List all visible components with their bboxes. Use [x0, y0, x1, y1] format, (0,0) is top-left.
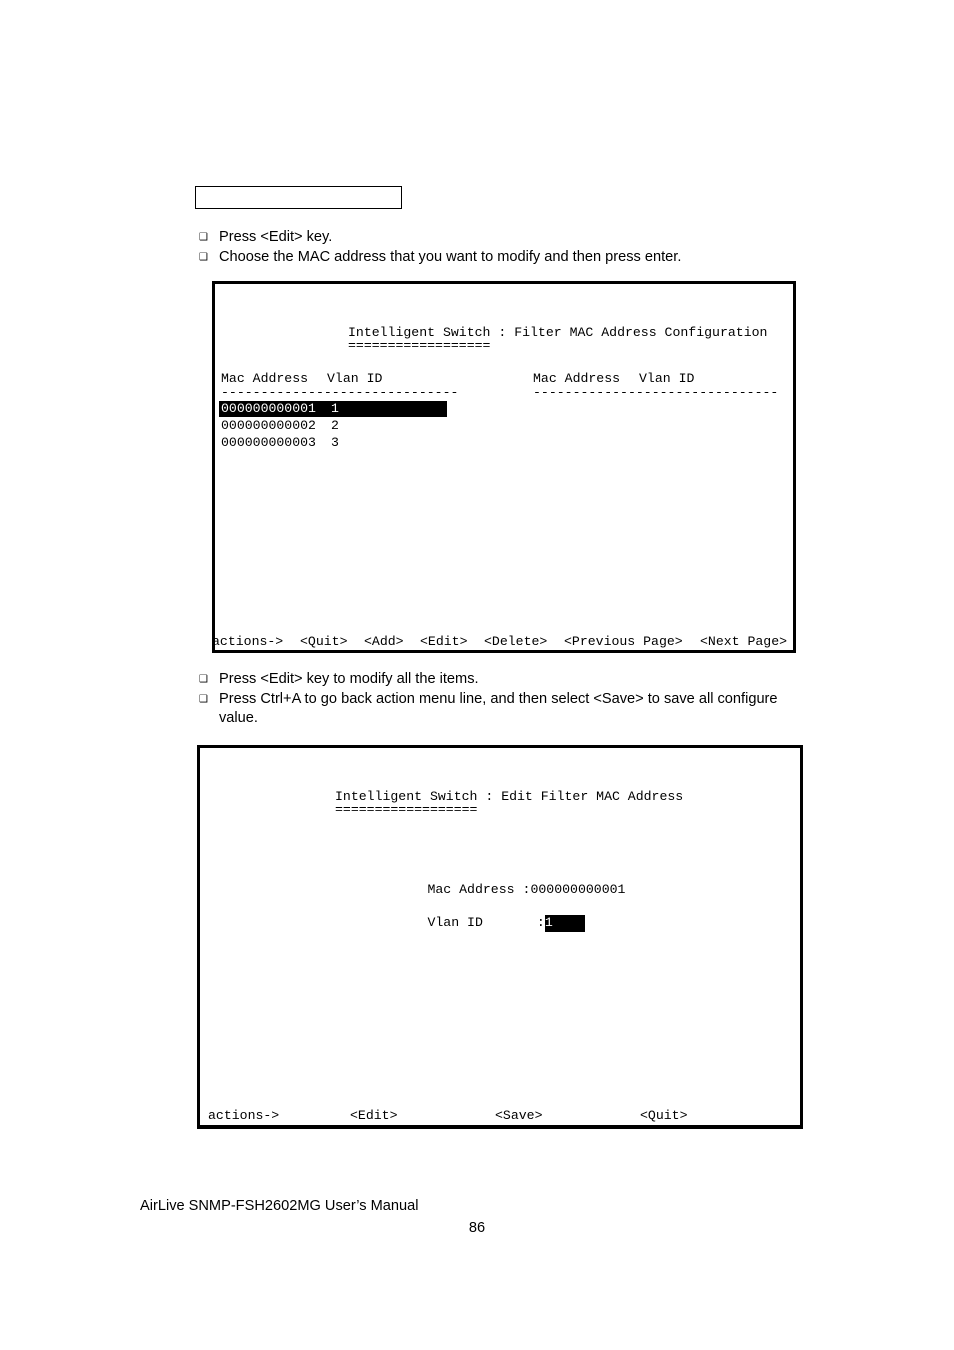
- instruction-list-2: ❑ Press <Edit> key to modify all the ite…: [195, 670, 819, 729]
- action-quit-button[interactable]: <Quit>: [640, 1108, 687, 1124]
- terminal-2-status-message: Can not modify for Read Only item.: [200, 1124, 800, 1126]
- empty-text-box: [195, 186, 402, 209]
- row-mac-address: 000000000002: [221, 417, 316, 433]
- actions-label: actions->: [212, 633, 284, 649]
- list-item: ❑ Press <Edit> key.: [195, 228, 681, 247]
- field-mac-address-label: Mac Address: [427, 882, 515, 898]
- square-bullet-icon: ❑: [199, 252, 208, 263]
- field-vlan-id-label: Vlan ID: [427, 915, 483, 931]
- table-row[interactable]: 000000000003 3: [221, 435, 449, 451]
- field-vlan-id-separator: :: [536, 915, 545, 931]
- row-vlan-id: 1: [331, 400, 339, 416]
- list-item: ❑ Press <Edit> key to modify all the ite…: [195, 670, 819, 689]
- instruction-list-1: ❑ Press <Edit> key. ❑ Choose the MAC add…: [195, 228, 681, 268]
- square-bullet-icon: ❑: [199, 232, 208, 243]
- action-edit-button[interactable]: <Edit>: [350, 1108, 397, 1124]
- action-next-page-button[interactable]: <Next Page>: [700, 634, 787, 650]
- field-mac-address-value: 000000000001: [530, 882, 626, 898]
- list-item: ❑ Press Ctrl+A to go back action menu li…: [195, 690, 819, 728]
- row-vlan-id: 3: [331, 434, 339, 450]
- row-vlan-id: 2: [331, 417, 339, 433]
- table-row[interactable]: 000000000002 2: [221, 418, 449, 434]
- action-delete-button[interactable]: <Delete>: [484, 634, 547, 650]
- action-previous-page-button[interactable]: <Previous Page>: [564, 634, 683, 650]
- instruction-text: Press <Edit> key to modify all the items…: [219, 671, 479, 687]
- field-mac-address-separator: :: [522, 882, 531, 898]
- left-column-divider: ------------------------------: [221, 384, 459, 400]
- terminal-filter-mac-address-configuration[interactable]: Intelligent Switch : Filter MAC Address …: [212, 281, 796, 653]
- footer-page-number: 86: [468, 1220, 486, 1236]
- terminal-1-actions-line[interactable]: actions-> <Quit> <Add> <Edit> <Delete> <…: [215, 634, 787, 650]
- row-mac-address: 000000000003: [221, 434, 316, 450]
- right-column-divider: -------------------------------: [533, 384, 779, 400]
- terminal-2-body: Intelligent Switch : Edit Filter MAC Add…: [200, 781, 800, 1126]
- instruction-text: Press Ctrl+A to go back action menu line…: [219, 691, 778, 726]
- actions-label: actions->: [208, 1107, 280, 1123]
- terminal-1-status-message: Add/Edit/Delete a Mac.: [215, 651, 793, 653]
- square-bullet-icon: ❑: [199, 674, 208, 685]
- row-mac-address: 000000000001: [221, 400, 316, 416]
- action-save-button[interactable]: <Save>: [495, 1108, 542, 1124]
- action-edit-button[interactable]: <Edit>: [420, 634, 467, 650]
- terminal-1-body: Intelligent Switch : Filter MAC Address …: [215, 317, 793, 653]
- table-row[interactable]: 000000000001 1: [219, 400, 447, 417]
- terminal-edit-filter-mac-address[interactable]: Intelligent Switch : Edit Filter MAC Add…: [197, 745, 803, 1129]
- square-bullet-icon: ❑: [199, 694, 208, 705]
- list-item: ❑ Choose the MAC address that you want t…: [195, 248, 681, 267]
- footer-manual-title: AirLive SNMP-FSH2602MG User’s Manual: [140, 1198, 419, 1214]
- action-quit-button[interactable]: <Quit>: [300, 634, 347, 650]
- terminal-2-title-underline: ==================: [335, 801, 478, 817]
- instruction-text: Choose the MAC address that you want to …: [219, 249, 682, 265]
- terminal-1-title-underline: ==================: [348, 337, 491, 353]
- field-vlan-id[interactable]: Vlan ID:1: [380, 899, 585, 948]
- instruction-text: Press <Edit> key.: [219, 229, 333, 245]
- field-vlan-id-value[interactable]: 1: [544, 915, 585, 932]
- action-add-button[interactable]: <Add>: [364, 634, 404, 650]
